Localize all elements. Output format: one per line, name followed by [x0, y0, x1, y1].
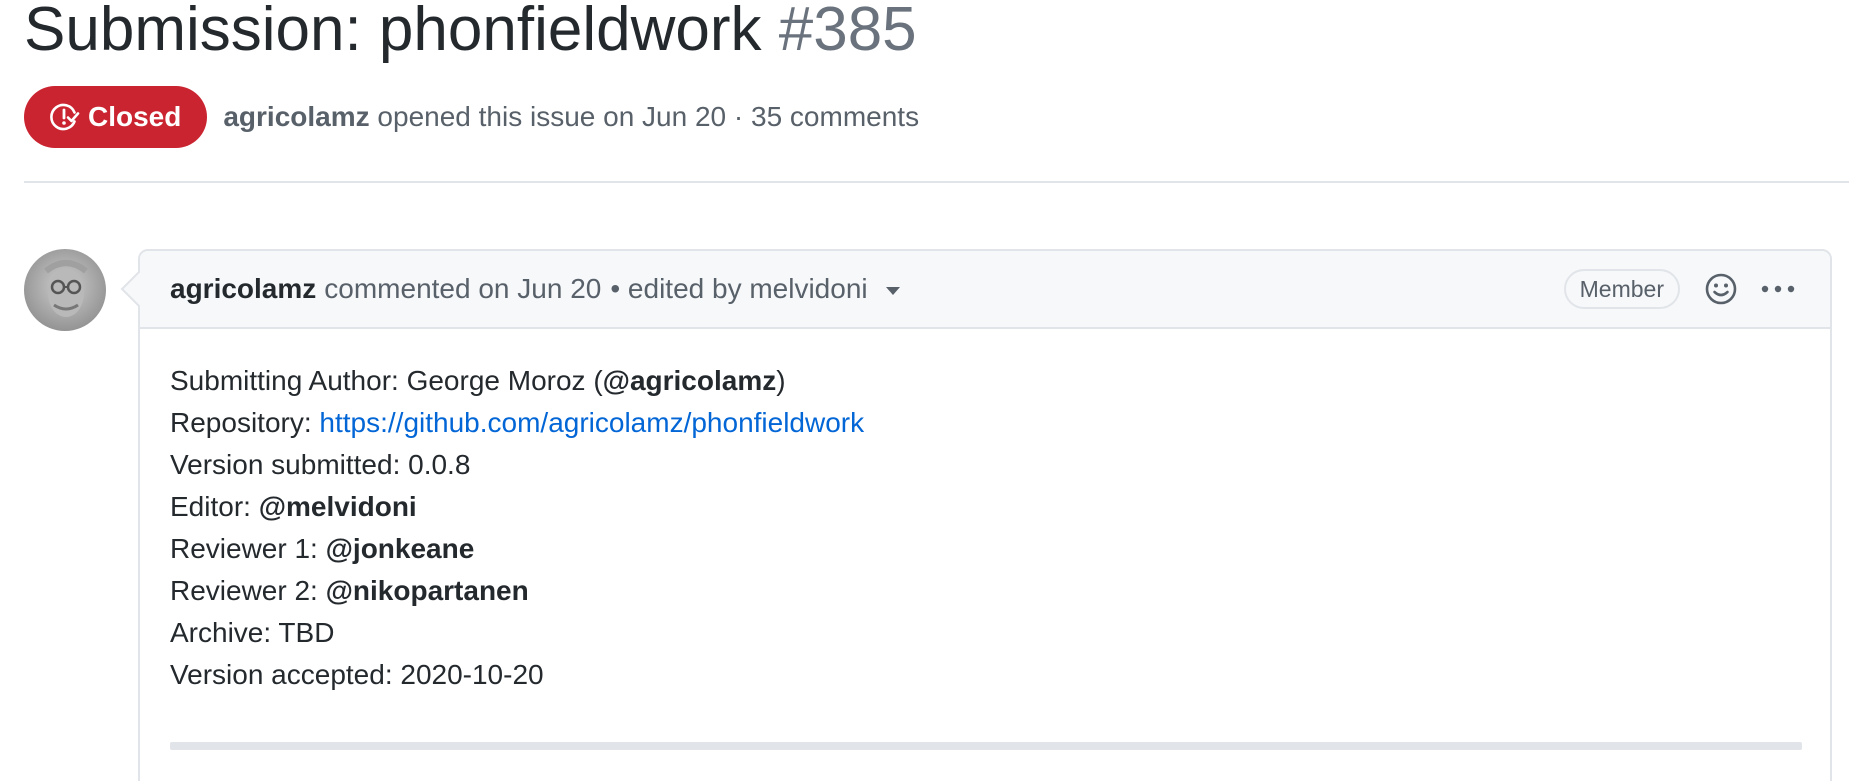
- issue-number: #385: [778, 0, 917, 64]
- comment-author-link[interactable]: agricolamz: [170, 273, 316, 305]
- issue-closed-icon: [50, 103, 80, 131]
- avatar-image: [24, 249, 106, 331]
- mention-agricolamz[interactable]: @agricolamz: [603, 365, 777, 396]
- horizontal-rule: [170, 742, 1802, 750]
- mention-melvidoni[interactable]: @melvidoni: [259, 491, 417, 522]
- issue-author-link[interactable]: agricolamz: [223, 101, 369, 132]
- issue-title: Submission: phonfieldwork #385: [24, 0, 917, 68]
- add-reaction-button[interactable]: [1702, 270, 1740, 308]
- header-divider: [24, 181, 1849, 183]
- issue-page: Submission: phonfieldwork #385 Closed ag…: [0, 0, 1849, 781]
- comment-header-text: agricolamz commented on Jun 20 • edited …: [170, 273, 900, 305]
- comment-box: agricolamz commented on Jun 20 • edited …: [138, 249, 1832, 781]
- issue-title-text: Submission: phonfieldwork: [24, 0, 762, 64]
- issue-meta: Closed agricolamz opened this issue on J…: [24, 85, 919, 149]
- repository-link[interactable]: https://github.com/agricolamz/phonfieldw…: [319, 407, 864, 438]
- edited-by-text: • edited by melvidoni: [610, 273, 868, 304]
- issue-state-label: Closed: [88, 101, 182, 132]
- reviewer-2-line: Reviewer 2: @nikopartanen: [170, 575, 529, 606]
- submitting-author-line: Submitting Author: George Moroz (@agrico…: [170, 365, 786, 396]
- comment-body: Submitting Author: George Moroz (@agrico…: [140, 329, 1830, 696]
- version-submitted-line: Version submitted: 0.0.8: [170, 449, 471, 480]
- mention-nikopartanen[interactable]: @nikopartanen: [326, 575, 529, 606]
- caret-down-icon: [885, 287, 900, 295]
- repository-line: Repository: https://github.com/agricolam…: [170, 407, 865, 438]
- edited-by-dropdown[interactable]: • edited by melvidoni: [610, 273, 900, 305]
- archive-line: Archive: TBD: [170, 617, 335, 648]
- comment-header: agricolamz commented on Jun 20 • edited …: [140, 251, 1830, 329]
- version-accepted-line: Version accepted: 2020-10-20: [170, 659, 544, 690]
- issue-opened-info: agricolamz opened this issue on Jun 20 ·…: [223, 101, 919, 133]
- comment-date-text[interactable]: commented on Jun 20: [324, 273, 601, 305]
- member-badge: Member: [1563, 269, 1680, 309]
- kebab-horizontal-icon: [1761, 285, 1795, 293]
- editor-line: Editor: @melvidoni: [170, 491, 417, 522]
- avatar[interactable]: [24, 249, 106, 331]
- smiley-icon: [1705, 273, 1737, 305]
- reviewer-1-line: Reviewer 1: @jonkeane: [170, 533, 475, 564]
- issue-opened-text: opened this issue on Jun 20 · 35 comment…: [377, 101, 920, 132]
- comment-options-button[interactable]: [1756, 270, 1800, 308]
- issue-state-badge[interactable]: Closed: [24, 86, 208, 148]
- mention-jonkeane[interactable]: @jonkeane: [326, 533, 475, 564]
- comment-header-actions: Member: [1563, 269, 1800, 309]
